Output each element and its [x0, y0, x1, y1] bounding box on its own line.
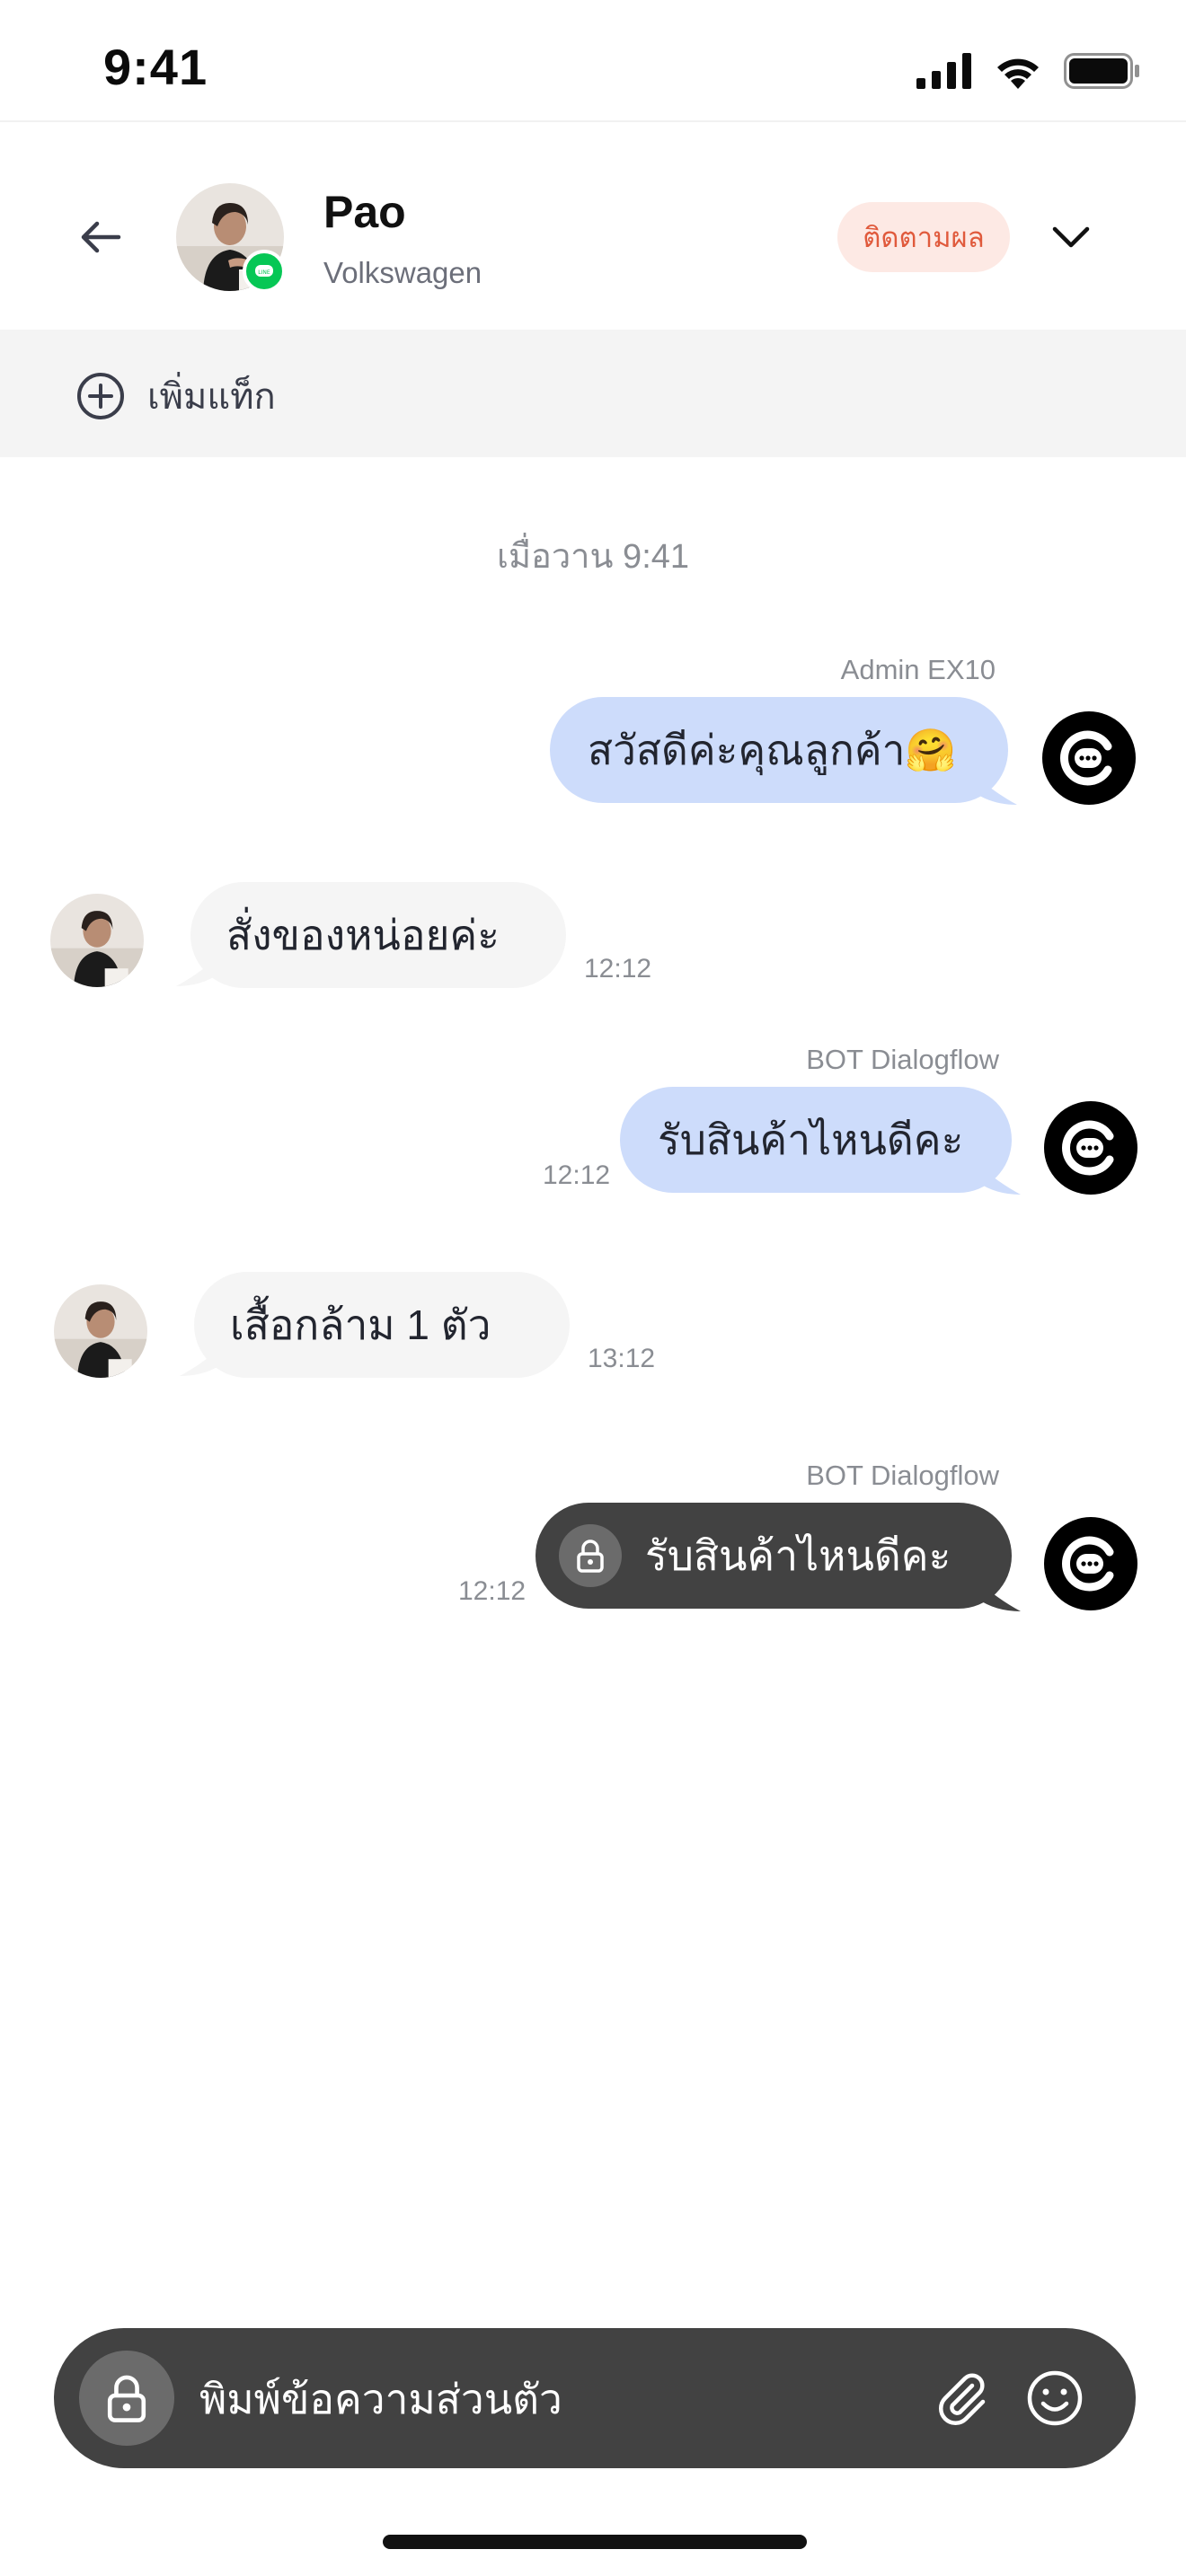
arrow-left-icon [81, 221, 121, 253]
lock-icon [559, 1524, 622, 1587]
contact-company: Volkswagen [323, 256, 482, 289]
bot-avatar [1044, 1101, 1137, 1195]
bubble-tail [974, 774, 1017, 805]
message-sender: BOT Dialogflow [806, 1460, 999, 1491]
status-time: 9:41 [103, 39, 208, 95]
message-bubble-incoming[interactable]: สั่งของหน่อยค่ะ [190, 882, 566, 988]
message-time: 12:12 [458, 1576, 527, 1606]
contact-name: Pao [323, 187, 406, 237]
cellular-signal-icon [916, 53, 971, 89]
person-photo [54, 1284, 147, 1378]
chat-bot-logo-icon [1062, 1536, 1114, 1592]
back-button[interactable] [65, 201, 137, 273]
add-tag-button[interactable]: เพิ่มแท็ก [75, 366, 276, 426]
message-bubble-private[interactable]: รับสินค้าไหนดีคะ [535, 1503, 1012, 1609]
status-divider [0, 120, 1186, 122]
bubble-tail [978, 1581, 1021, 1611]
message-time: 13:12 [588, 1344, 656, 1373]
attach-button[interactable] [925, 2362, 997, 2434]
chat-bot-logo-icon [1062, 1120, 1114, 1176]
bot-avatar [1042, 711, 1136, 805]
message-bubble-outgoing[interactable]: สวัสดีค่ะคุณลูกค้า🤗 [550, 697, 1008, 803]
plus-circle-icon [77, 373, 124, 419]
message-text: รับสินค้าไหนดีคะ [658, 1116, 964, 1163]
emoji-button[interactable] [1019, 2362, 1091, 2434]
line-icon: LINE [243, 250, 286, 293]
wifi-icon [997, 58, 1039, 89]
message-text: เสื้อกล้าม 1 ตัว [230, 1301, 491, 1348]
message-time: 12:12 [543, 1160, 611, 1190]
status-icons [916, 49, 1141, 93]
message-text: รับสินค้าไหนดีคะ [645, 1531, 951, 1579]
follow-up-badge[interactable]: ติดตามผล [837, 202, 1010, 272]
customer-avatar [54, 1284, 147, 1378]
chevron-down-icon [1052, 226, 1090, 248]
message-text: สั่งของหน่อยค่ะ [226, 911, 500, 958]
svg-text:LINE: LINE [258, 269, 270, 276]
bubble-tail [978, 1164, 1021, 1195]
home-indicator [383, 2535, 807, 2549]
message-time: 12:12 [584, 954, 652, 984]
message-sender: BOT Dialogflow [806, 1044, 999, 1075]
paperclip-icon [938, 2373, 986, 2426]
message-sender: Admin EX10 [840, 654, 996, 685]
chat-bot-logo-icon [1060, 730, 1112, 786]
date-separator: เมื่อวาน 9:41 [496, 538, 690, 576]
message-text: สวัสดีค่ะคุณลูกค้า🤗 [588, 726, 957, 773]
person-photo [50, 894, 144, 987]
message-bubble-outgoing[interactable]: รับสินค้าไหนดีคะ [620, 1087, 1012, 1193]
bot-avatar [1044, 1517, 1137, 1610]
contact-avatar[interactable]: LINE [176, 183, 286, 293]
battery-icon [1064, 53, 1139, 89]
lock-icon [107, 2375, 146, 2422]
add-tag-label: เพิ่มแท็ก [147, 377, 276, 417]
expand-header-button[interactable] [1035, 203, 1107, 271]
smiley-icon [1027, 2370, 1083, 2426]
message-input[interactable] [198, 2364, 902, 2434]
private-mode-toggle[interactable] [79, 2351, 174, 2446]
customer-avatar [50, 894, 144, 987]
message-bubble-incoming[interactable]: เสื้อกล้าม 1 ตัว [194, 1272, 570, 1378]
